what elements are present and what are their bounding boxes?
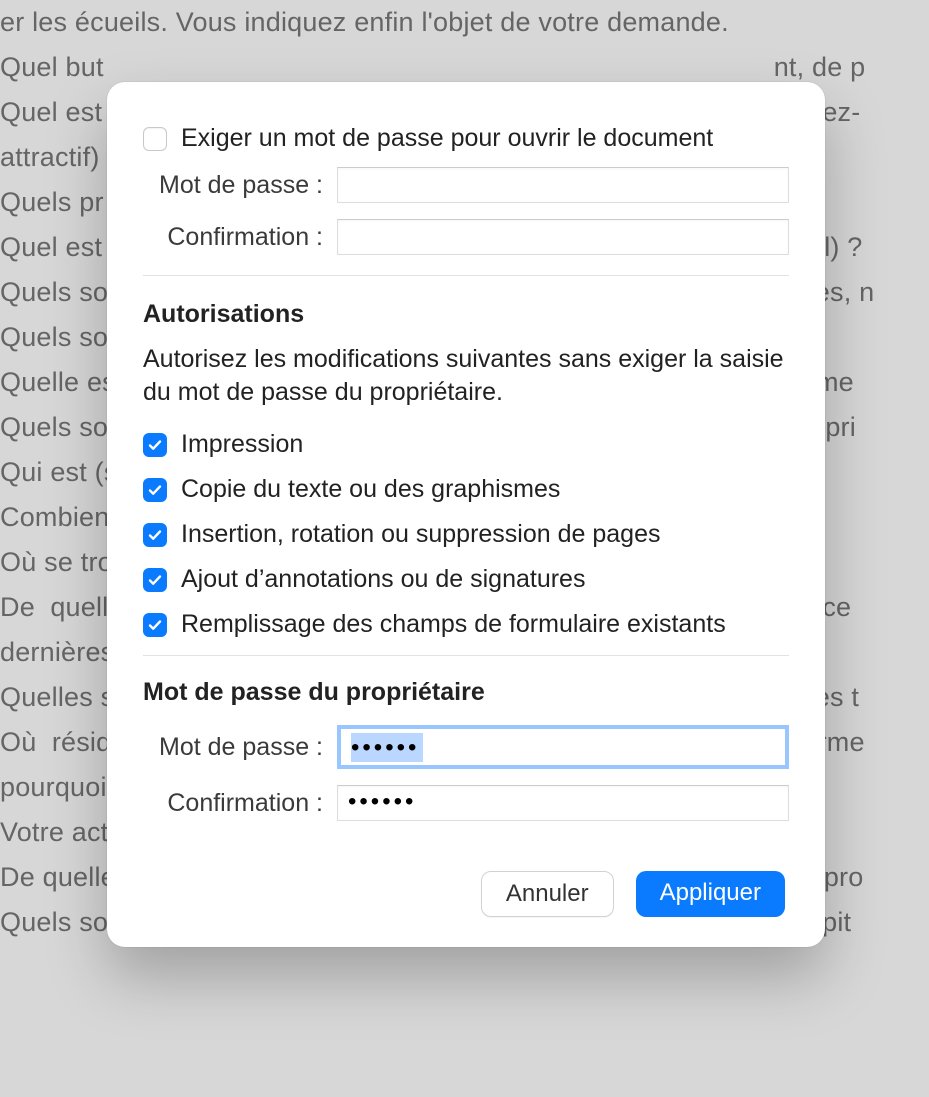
open-confirm-label: Confirmation : <box>143 223 323 252</box>
owner-confirm-value: •••••• <box>348 786 416 814</box>
permission-row[interactable]: Remplissage des champs de formulaire exi… <box>143 610 789 639</box>
permission-label: Remplissage des champs de formulaire exi… <box>181 610 726 639</box>
owner-confirm-label: Confirmation : <box>143 789 323 818</box>
permission-row[interactable]: Ajout d’annotations ou de signatures <box>143 565 789 594</box>
open-confirm-input[interactable] <box>337 219 789 255</box>
require-password-checkbox[interactable] <box>143 127 167 151</box>
divider <box>143 275 789 276</box>
open-confirm-row: Confirmation : <box>143 219 789 255</box>
permission-label: Ajout d’annotations ou de signatures <box>181 565 585 594</box>
open-password-label: Mot de passe : <box>143 171 323 200</box>
permission-row[interactable]: Impression <box>143 430 789 459</box>
permission-checkbox[interactable] <box>143 568 167 592</box>
permission-label: Copie du texte ou des graphismes <box>181 475 560 504</box>
owner-password-row: Mot de passe : •••••• <box>143 725 789 769</box>
password-sheet-dialog: Exiger un mot de passe pour ouvrir le do… <box>107 82 825 947</box>
permission-checkbox[interactable] <box>143 523 167 547</box>
owner-password-input[interactable]: •••••• <box>337 725 789 769</box>
owner-password-value: •••••• <box>351 734 419 761</box>
permission-label: Impression <box>181 430 303 459</box>
dialog-footer: Annuler Appliquer <box>143 871 789 917</box>
require-password-label: Exiger un mot de passe pour ouvrir le do… <box>181 124 713 153</box>
permission-row[interactable]: Copie du texte ou des graphismes <box>143 475 789 504</box>
permission-checkbox[interactable] <box>143 613 167 637</box>
cancel-button[interactable]: Annuler <box>481 871 614 917</box>
background-line: er les écueils. Vous indiquez enfin l'ob… <box>0 0 929 45</box>
owner-confirm-input[interactable]: •••••• <box>337 785 789 821</box>
permission-row[interactable]: Insertion, rotation ou suppression de pa… <box>143 520 789 549</box>
owner-password-label: Mot de passe : <box>143 733 323 762</box>
permissions-title: Autorisations <box>143 300 789 329</box>
require-password-row[interactable]: Exiger un mot de passe pour ouvrir le do… <box>143 124 789 153</box>
open-password-row: Mot de passe : <box>143 167 789 203</box>
permissions-desc: Autorisez les modifications suivantes sa… <box>143 343 789 408</box>
apply-button[interactable]: Appliquer <box>636 871 785 917</box>
permission-label: Insertion, rotation ou suppression de pa… <box>181 520 660 549</box>
permission-checkbox[interactable] <box>143 478 167 502</box>
open-password-input[interactable] <box>337 167 789 203</box>
owner-password-title: Mot de passe du propriétaire <box>143 678 789 707</box>
divider <box>143 655 789 656</box>
owner-confirm-row: Confirmation : •••••• <box>143 785 789 821</box>
permissions-list: Impression Copie du texte ou des graphism… <box>143 430 789 639</box>
permission-checkbox[interactable] <box>143 433 167 457</box>
